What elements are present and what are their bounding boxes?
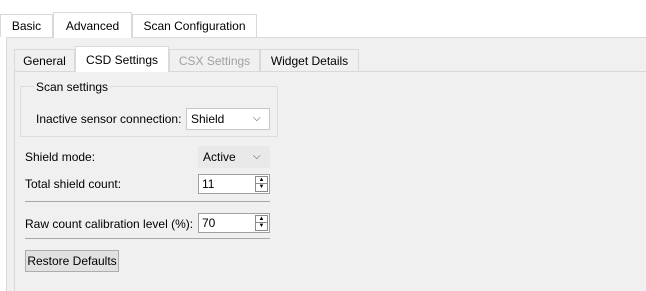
total-shield-count-value: 11 [202,177,215,191]
raw-count-calibration-label: Raw count calibration level (%): [25,217,194,231]
total-shield-count-spinbox[interactable]: 11 ▲ ▼ [198,174,270,194]
tab-csd-settings-label: CSD Settings [85,52,159,67]
tab-scan-configuration[interactable]: Scan Configuration [132,14,257,37]
tab-basic-label: Basic [11,19,42,33]
tab-csx-settings-label: CSX Settings [178,53,251,68]
chevron-down-icon: ⌵ [253,151,261,162]
tab-general[interactable]: General [14,49,75,71]
shield-mode-select[interactable]: Active ⌵ [198,146,270,168]
inactive-sensor-connection-label: Inactive sensor connection: [36,112,182,126]
spin-up-icon[interactable]: ▲ [256,177,267,184]
inactive-sensor-connection-select[interactable]: Shield ⌵ [186,108,270,130]
spin-down-icon[interactable]: ▼ [256,223,267,230]
tab-basic[interactable]: Basic [0,14,53,37]
tab-general-label: General [23,53,66,68]
spin-buttons[interactable]: ▲ ▼ [255,176,268,192]
spin-up-icon[interactable]: ▲ [256,216,267,223]
shield-mode-value: Active [203,150,236,164]
total-shield-count-label: Total shield count: [25,177,122,191]
tab-advanced-label: Advanced [65,18,120,33]
scan-settings-title: Scan settings [34,80,111,94]
separator [25,201,270,202]
tab-csd-settings[interactable]: CSD Settings [75,46,169,72]
tab-widget-details-label: Widget Details [270,53,349,68]
chevron-down-icon: ⌵ [253,113,261,124]
raw-count-calibration-value: 70 [202,216,216,230]
tab-csx-settings[interactable]: CSX Settings [169,49,260,71]
tab-advanced[interactable]: Advanced [53,12,132,38]
inactive-sensor-connection-value: Shield [191,112,225,126]
restore-defaults-label: Restore Defaults [27,254,117,268]
restore-defaults-button[interactable]: Restore Defaults [25,250,119,272]
spin-buttons[interactable]: ▲ ▼ [255,215,268,231]
raw-count-calibration-spinbox[interactable]: 70 ▲ ▼ [198,213,270,233]
shield-mode-label: Shield mode: [25,150,96,164]
tab-scan-configuration-label: Scan Configuration [143,19,246,33]
spin-down-icon[interactable]: ▼ [256,184,267,191]
tab-widget-details[interactable]: Widget Details [260,49,359,71]
separator [25,238,270,239]
